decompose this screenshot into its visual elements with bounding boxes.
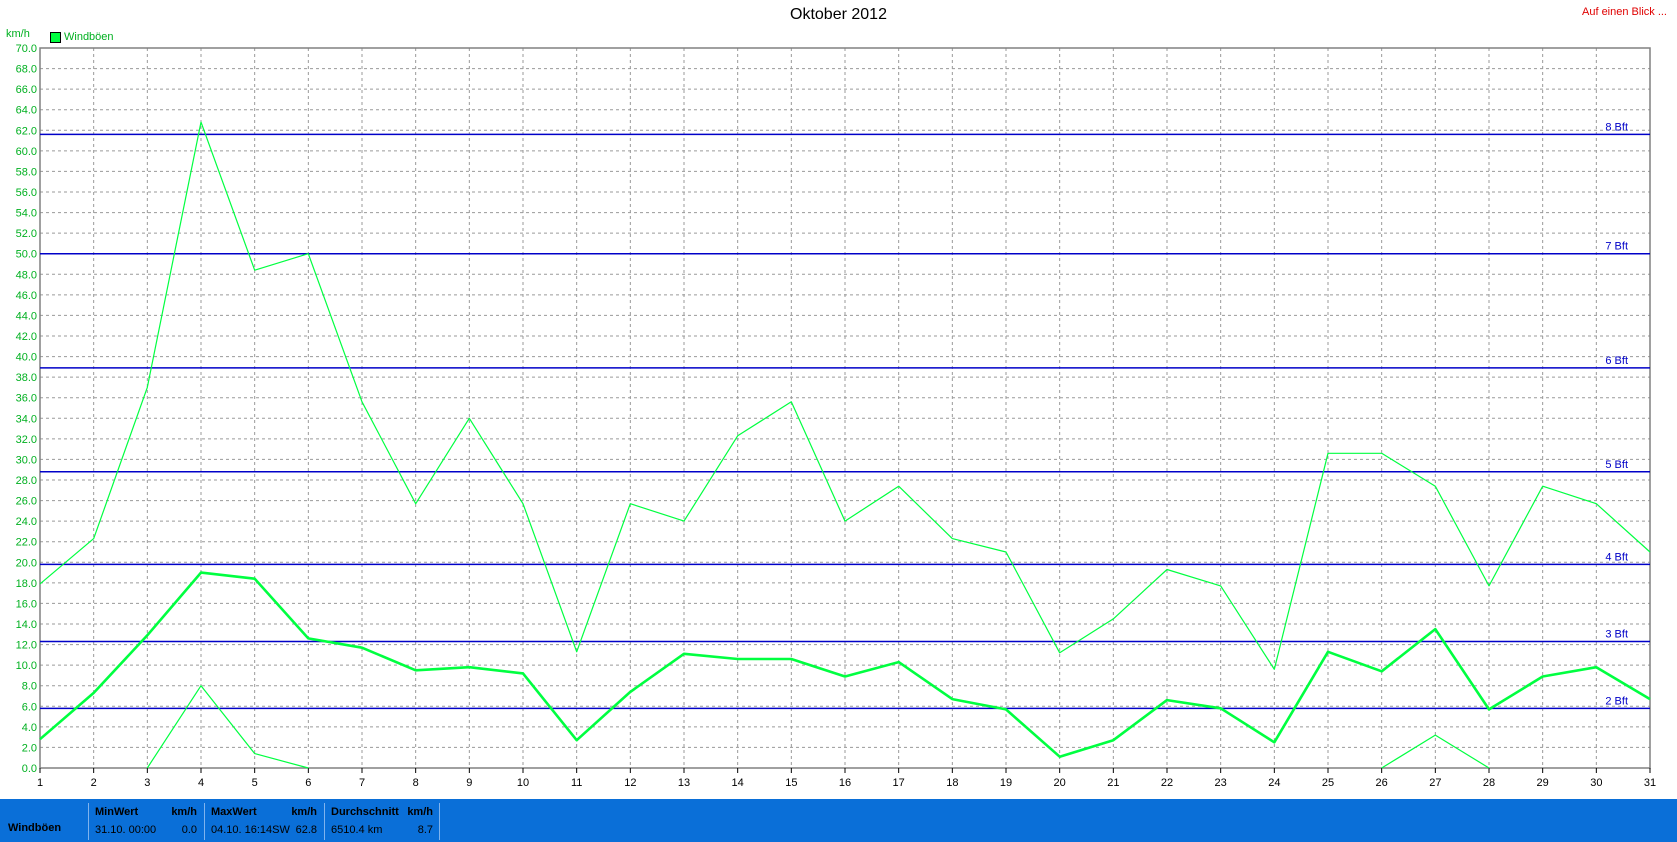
beaufort-label: 4 Bft — [1605, 551, 1628, 563]
stats-min-when: 31.10. 00:00 — [95, 824, 157, 836]
y-tick-label: 50.0 — [16, 249, 37, 261]
x-tick-label: 20 — [1054, 777, 1066, 789]
beaufort-label: 8 Bft — [1605, 121, 1628, 133]
y-tick-label: 16.0 — [16, 598, 37, 610]
y-tick-label: 34.0 — [16, 413, 37, 425]
x-tick-label: 8 — [413, 777, 419, 789]
y-tick-label: 22.0 — [16, 537, 37, 549]
x-tick-label: 4 — [198, 777, 204, 789]
x-tick-label: 19 — [1000, 777, 1012, 789]
beaufort-label: 5 Bft — [1605, 459, 1628, 471]
chart-plot: 0.0 2.0 4.0 6.0 8.0 10.0 12.0 14.0 16.0 18.0 20.0 2… — [16, 43, 1657, 789]
y-tick-label: 68.0 — [16, 64, 37, 76]
y-tick-label: 24.0 — [16, 516, 37, 528]
x-tick-label: 23 — [1215, 777, 1227, 789]
stats-min-value: 0.0 — [181, 824, 197, 836]
y-tick-label: 38.0 — [16, 372, 37, 384]
y-tick-label: 70.0 — [16, 43, 37, 55]
beaufort-label: 2 Bft — [1605, 695, 1628, 707]
x-tick-label: 13 — [678, 777, 690, 789]
y-tick-label: 40.0 — [16, 352, 37, 364]
y-tick-label: 8.0 — [22, 681, 37, 693]
y-tick-label: 66.0 — [16, 84, 37, 96]
stats-max-header: MaxWert — [211, 806, 257, 818]
y-tick-label: 10.0 — [16, 660, 37, 672]
stats-min-unit: km/h — [171, 806, 197, 818]
y-tick-label: 30.0 — [16, 454, 37, 466]
x-tick-label: 3 — [144, 777, 150, 789]
stats-min-header: MinWert — [95, 806, 139, 818]
y-tick-label: 4.0 — [22, 722, 37, 734]
x-tick-label: 5 — [252, 777, 258, 789]
stats-avg-header: Durchschnitt — [331, 806, 399, 818]
y-tick-label: 42.0 — [16, 331, 37, 343]
beaufort-label: 7 Bft — [1605, 241, 1628, 253]
stats-avg-unit: km/h — [407, 806, 433, 818]
y-tick-label: 28.0 — [16, 475, 37, 487]
y-tick-label: 54.0 — [16, 208, 37, 220]
stats-max-unit: km/h — [291, 806, 317, 818]
x-tick-label: 14 — [732, 777, 744, 789]
beaufort-label: 6 Bft — [1605, 355, 1628, 367]
y-tick-label: 0.0 — [22, 763, 37, 775]
y-tick-label: 60.0 — [16, 146, 37, 158]
x-tick-label: 24 — [1268, 777, 1280, 789]
y-tick-label: 20.0 — [16, 557, 37, 569]
stats-avg-cell: Durchschnitt km/h 6510.4 km 8.7 — [324, 803, 440, 840]
y-tick-label: 56.0 — [16, 187, 37, 199]
stats-max-value: 62.8 — [295, 824, 317, 836]
x-tick-label: 25 — [1322, 777, 1334, 789]
x-tick-label: 21 — [1107, 777, 1119, 789]
y-tick-label: 46.0 — [16, 290, 37, 302]
y-tick-label: 2.0 — [22, 742, 37, 754]
y-tick-label: 64.0 — [16, 105, 37, 117]
x-tick-label: 2 — [91, 777, 97, 789]
x-tick-label: 27 — [1429, 777, 1441, 789]
x-tick-label: 31 — [1644, 777, 1656, 789]
stats-avg-when: 6510.4 km — [331, 824, 383, 836]
stats-min-cell: MinWert km/h 31.10. 00:00 0.0 — [88, 803, 203, 840]
y-tick-label: 12.0 — [16, 640, 37, 652]
stats-max-cell: MaxWert km/h 04.10. 16:14SW 62.8 — [204, 803, 323, 840]
x-tick-label: 26 — [1376, 777, 1388, 789]
y-tick-label: 48.0 — [16, 269, 37, 281]
y-tick-label: 6.0 — [22, 701, 37, 713]
y-tick-label: 58.0 — [16, 166, 37, 178]
beaufort-label: 3 Bft — [1605, 628, 1628, 640]
x-tick-label: 12 — [624, 777, 636, 789]
y-tick-label: 44.0 — [16, 310, 37, 322]
x-tick-label: 29 — [1537, 777, 1549, 789]
x-tick-label: 7 — [359, 777, 365, 789]
y-tick-label: 62.0 — [16, 125, 37, 137]
y-tick-label: 52.0 — [16, 228, 37, 240]
x-tick-label: 17 — [893, 777, 905, 789]
x-tick-label: 28 — [1483, 777, 1495, 789]
x-tick-label: 1 — [37, 777, 43, 789]
y-tick-label: 18.0 — [16, 578, 37, 590]
x-tick-label: 11 — [571, 777, 582, 789]
x-tick-label: 30 — [1590, 777, 1602, 789]
stats-max-when: 04.10. 16:14SW — [211, 824, 290, 836]
stats-avg-value: 8.7 — [417, 824, 433, 836]
x-tick-label: 10 — [517, 777, 529, 789]
stats-row-label: Windböen — [8, 822, 62, 834]
x-tick-label: 16 — [839, 777, 851, 789]
x-tick-label: 6 — [305, 777, 311, 789]
y-tick-label: 32.0 — [16, 434, 37, 446]
y-tick-label: 26.0 — [16, 496, 37, 508]
x-tick-label: 18 — [946, 777, 958, 789]
x-tick-label: 9 — [466, 777, 472, 789]
y-tick-label: 36.0 — [16, 393, 37, 405]
x-tick-label: 22 — [1161, 777, 1173, 789]
y-tick-label: 14.0 — [16, 619, 37, 631]
x-tick-label: 15 — [785, 777, 797, 789]
